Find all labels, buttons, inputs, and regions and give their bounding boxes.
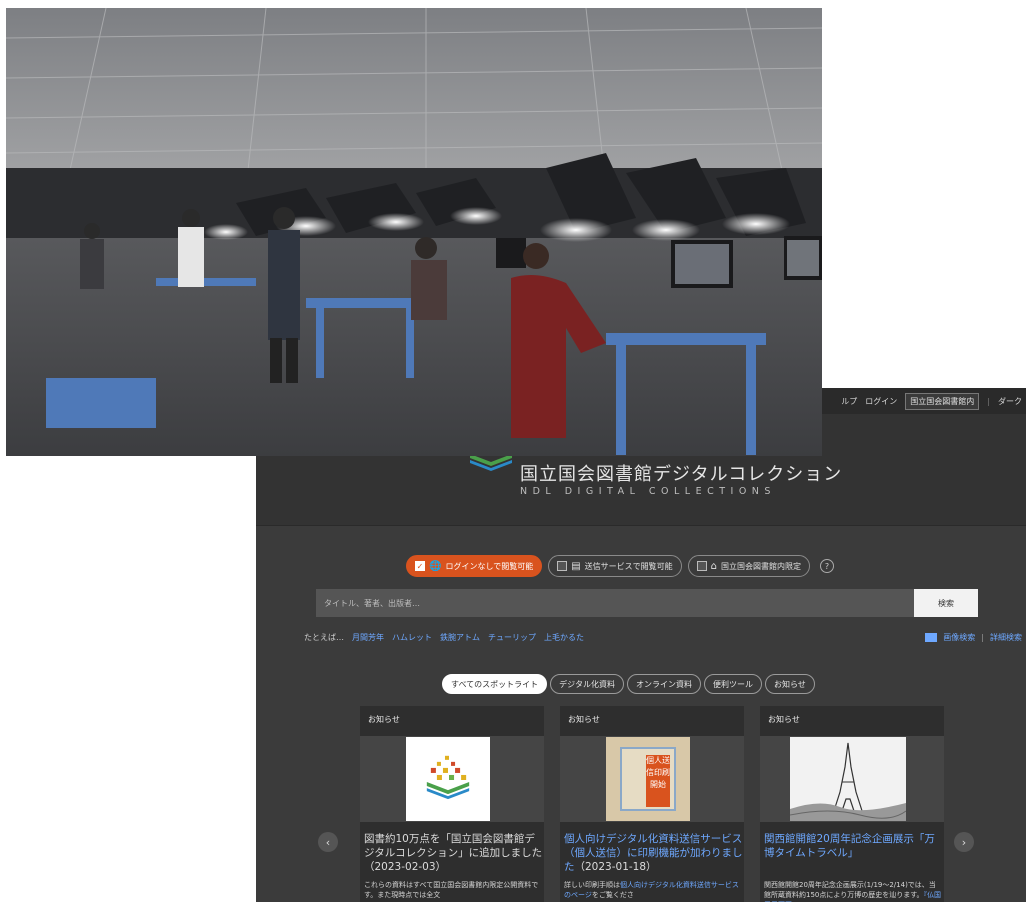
photo-drawing: [6, 8, 822, 456]
desc-text: 詳しい印刷手順は: [564, 881, 620, 889]
search-input[interactable]: [316, 589, 978, 617]
card-title[interactable]: 図書約10万点を「国立国会図書館デジタルコレクション」に追加しました（2023-…: [364, 832, 544, 875]
carousel-next-button[interactable]: ›: [954, 832, 974, 852]
card-description: 関西館開館20周年記念企画展示(1/19〜2/14)では、当館所蔵資料約150点…: [764, 880, 942, 902]
thumbnail-text: 個人送信印刷開始: [646, 755, 670, 807]
filter-in-library[interactable]: ⌂ 国立国会図書館内限定: [687, 555, 811, 577]
thumbnail-frame: 個人送信印刷開始: [606, 737, 690, 821]
tab-all-spotlights[interactable]: すべてのスポットライト: [442, 674, 548, 694]
card-thumbnail: 個人送信印刷開始: [560, 736, 744, 822]
desc-text: をご覧くださ: [591, 891, 634, 900]
thumbnail-frame: [406, 737, 490, 821]
spotlight-carousel: お知らせ 図書約10万点を「国立国会図書館デジタルコレクション」に追加しました（…: [360, 706, 944, 902]
card-description: これらの資料はすべて国立国会図書館内限定公開資料です。また現時点では全文: [364, 881, 539, 900]
dark-mode-toggle[interactable]: ダーク: [998, 396, 1022, 407]
monitor-icon: ▤: [571, 560, 581, 572]
card-category: お知らせ: [568, 715, 600, 724]
nav-divider: |: [987, 396, 990, 406]
card-title[interactable]: 個人向けデジタル化資料送信サービス（個人送信）に印刷機能が加わりました（2023…: [564, 832, 744, 875]
tab-online[interactable]: オンライン資料: [626, 674, 701, 694]
example-link[interactable]: 鉄腕アトム: [440, 632, 480, 643]
link-divider: |: [981, 633, 984, 642]
example-link[interactable]: ハムレット: [392, 632, 432, 643]
card-thumbnail: [360, 736, 544, 822]
ndl-digital-collections-page: ルプ ログイン 国立国会図書館内 | ダーク 国立国会図書館デジタルコレクション…: [256, 388, 1026, 902]
print-announcement-image: 個人送信印刷開始: [620, 747, 676, 811]
filter-label: 送信サービスで閲覧可能: [584, 561, 673, 571]
search-examples: たとえば… 月間芳年 ハムレット 鉄腕アトム チューリップ 上毛かるた: [304, 632, 584, 643]
login-link[interactable]: ログイン: [865, 396, 897, 407]
card-description: 詳しい印刷手順は個人向けデジタル化資料送信サービスのページをご覧くださ: [564, 880, 742, 900]
checkbox-icon: [557, 561, 568, 571]
tab-digitized[interactable]: デジタル化資料: [550, 674, 624, 694]
checkbox-icon: [696, 561, 707, 571]
library-icon: ⌂: [710, 560, 718, 572]
card-title[interactable]: 関西館開館20周年記念企画展示「万博タイムトラベル」: [764, 832, 944, 860]
example-link[interactable]: 月間芳年: [352, 632, 384, 643]
help-icon[interactable]: ?: [820, 559, 835, 573]
card-category: お知らせ: [768, 715, 800, 724]
filter-transmission-service[interactable]: ▤ 送信サービスで閲覧可能: [548, 555, 682, 577]
search-button[interactable]: 検索: [914, 589, 978, 617]
spotlight-tabs: すべてのスポットライト デジタル化資料 オンライン資料 便利ツール お知らせ: [442, 674, 815, 694]
top-nav: ルプ ログイン 国立国会図書館内 | ダーク: [841, 388, 1026, 414]
examples-prefix: たとえば…: [304, 633, 344, 642]
filter-no-login[interactable]: ✓ 🌐 ログインなしで閲覧可能: [406, 555, 543, 577]
carousel-prev-button[interactable]: ‹: [318, 832, 338, 852]
card-category: お知らせ: [368, 715, 400, 724]
eiffel-tower-image: [789, 742, 907, 821]
spotlight-card[interactable]: お知らせ 図書約10万点を「国立国会図書館デジタルコレクション」に追加しました（…: [360, 706, 544, 902]
help-link[interactable]: ルプ: [841, 396, 857, 407]
thumbnail-frame: [789, 737, 907, 821]
image-search-link[interactable]: 画像検索: [943, 632, 975, 643]
filter-label: 国立国会図書館内限定: [721, 561, 802, 571]
image-icon: [925, 633, 938, 642]
example-link[interactable]: チューリップ: [488, 632, 536, 643]
site-subtitle: NDL DIGITAL COLLECTIONS: [520, 486, 776, 497]
site-title[interactable]: 国立国会図書館デジタルコレクション: [520, 460, 842, 486]
example-link[interactable]: 上毛かるた: [544, 632, 584, 643]
check-icon: ✓: [415, 561, 425, 571]
access-filters: ✓ 🌐 ログインなしで閲覧可能 ▤ 送信サービスで閲覧可能 ⌂ 国立国会図書館内…: [406, 555, 835, 577]
filter-label: ログインなしで閲覧可能: [445, 561, 534, 571]
desc-text: 関西館開館20周年記念企画展示(1/19〜2/14)では、当館所蔵資料約150点…: [764, 881, 936, 900]
spotlight-card[interactable]: お知らせ 関西館開館20周年記念企画展示「万博タイムトラベル」 関西館開館20周…: [760, 706, 944, 902]
ndl-logo-icon: [426, 755, 470, 800]
digitization-room-photo: [6, 8, 822, 456]
advanced-search-link[interactable]: 詳細検索: [990, 632, 1022, 643]
card-thumbnail: [760, 736, 944, 822]
tab-tools[interactable]: 便利ツール: [703, 674, 762, 694]
search-links: 画像検索 | 詳細検索: [925, 632, 1022, 643]
location-badge[interactable]: 国立国会図書館内: [905, 392, 980, 410]
tab-news[interactable]: お知らせ: [764, 674, 815, 694]
card-date: （2023-01-18）: [574, 861, 657, 874]
spotlight-card[interactable]: お知らせ 個人送信印刷開始 個人向けデジタル化資料送信サービス（個人送信）に印刷…: [560, 706, 744, 902]
globe-icon: 🌐: [429, 560, 442, 572]
